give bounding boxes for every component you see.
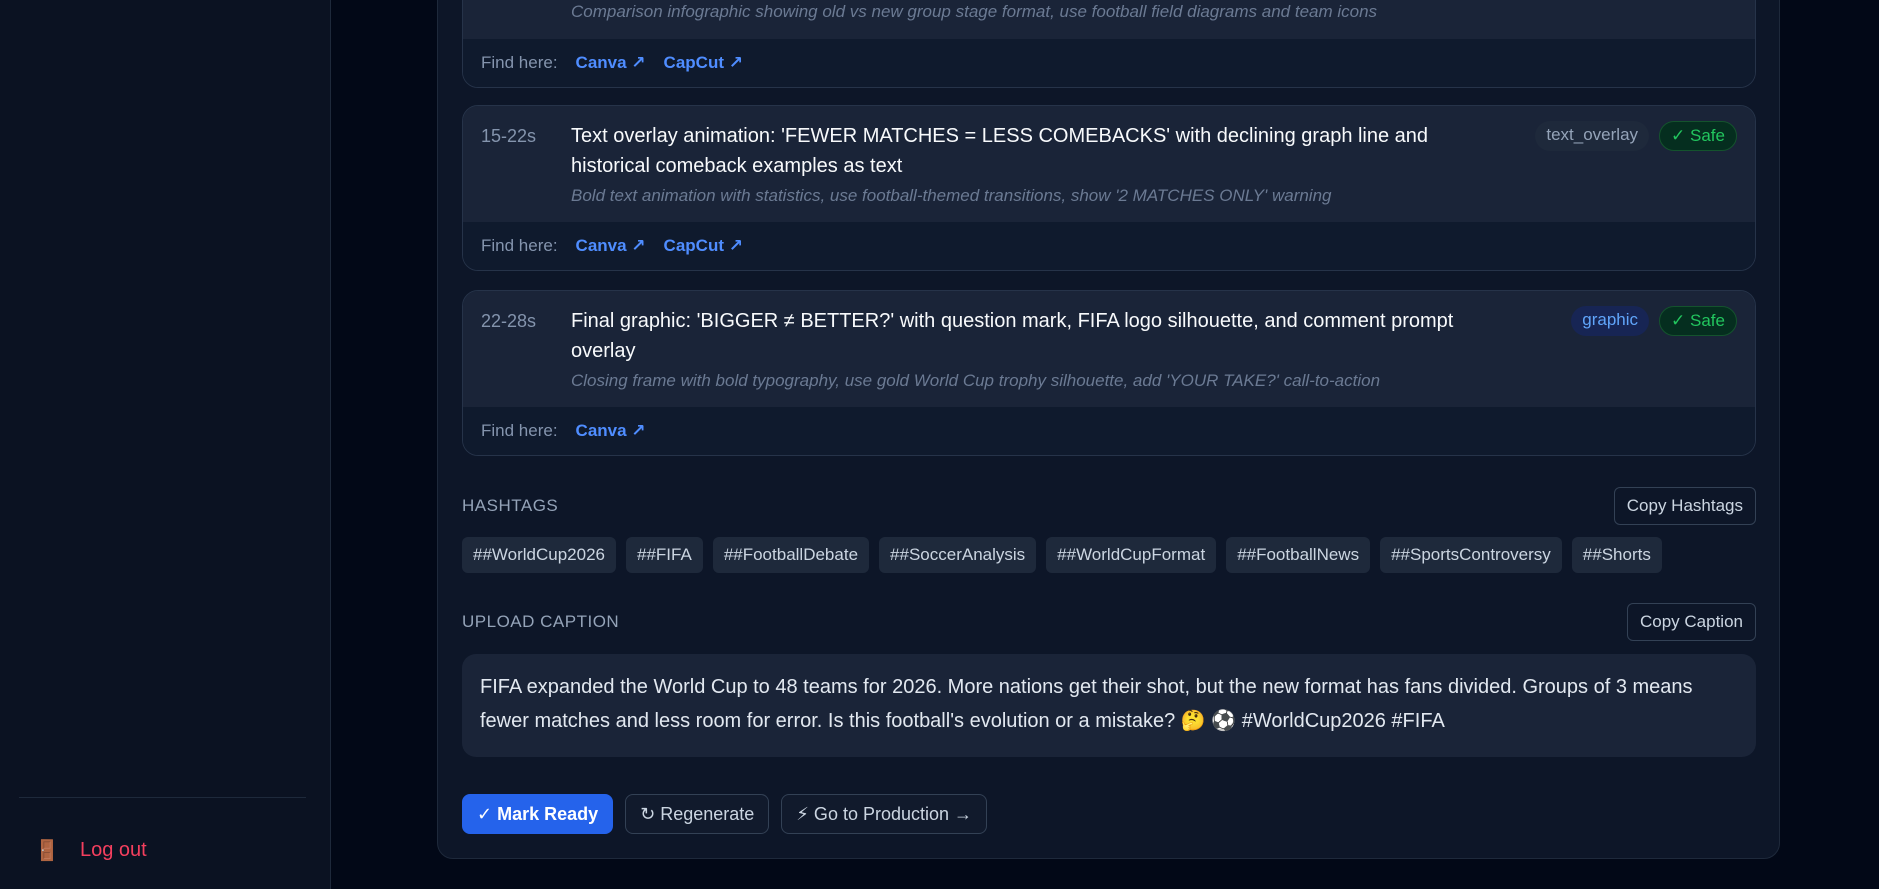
shot-time: 15-22s [481, 126, 537, 146]
find-here-row: Find here: Canva ↗ CapCut ↗ [463, 39, 1755, 87]
shot-card: 22-28s Final graphic: 'BIGGER ≠ BETTER?'… [462, 290, 1756, 456]
hashtag-chip: ##Shorts [1571, 537, 1662, 573]
canva-link[interactable]: Canva ↗ [576, 53, 646, 73]
find-label: Find here: [481, 236, 558, 255]
go-to-production-button[interactable]: ⚡ Go to Production → [781, 794, 988, 834]
safe-badge: ✓ Safe [1659, 306, 1737, 336]
upload-caption-label: UPLOAD CAPTION [462, 612, 620, 631]
shot-description: Final graphic: 'BIGGER ≠ BETTER?' with q… [571, 310, 1454, 362]
shot-main: 22-28s Final graphic: 'BIGGER ≠ BETTER?'… [463, 291, 1755, 407]
caption-text: FIFA expanded the World Cup to 48 teams … [462, 654, 1756, 757]
capcut-link[interactable]: CapCut ↗ [664, 53, 743, 73]
hashtag-chip: ##WorldCup2026 [462, 537, 616, 573]
copy-caption-button[interactable]: Copy Caption [1626, 603, 1756, 641]
hashtag-chip: ##FootballDebate [712, 537, 870, 573]
shot-body: Comparison infographic showing old vs ne… [571, 0, 1737, 23]
logout-label: Log out [80, 839, 147, 861]
shot-main: Comparison infographic showing old vs ne… [463, 0, 1755, 39]
shot-body: Final graphic: 'BIGGER ≠ BETTER?' with q… [571, 306, 1737, 391]
safe-badge: ✓ Safe [1659, 121, 1737, 151]
door-icon: 🚪 [34, 840, 60, 862]
capcut-link[interactable]: CapCut ↗ [664, 236, 743, 256]
shot-badges: graphic ✓ Safe [1571, 306, 1737, 336]
copy-hashtags-button[interactable]: Copy Hashtags [1613, 487, 1756, 525]
hashtag-chip: ##WorldCupFormat [1046, 537, 1217, 573]
hashtag-chip: ##FootballNews [1226, 537, 1371, 573]
shot-card: 15-22s Text overlay animation: 'FEWER MA… [462, 105, 1756, 271]
hashtag-chip: ##FIFA [626, 537, 703, 573]
hashtag-list: ##WorldCup2026 ##FIFA ##FootballDebate #… [462, 537, 1662, 573]
find-label: Find here: [481, 421, 558, 440]
canva-link[interactable]: Canva ↗ [576, 236, 646, 256]
sidebar: 🚪 Log out [0, 0, 331, 889]
find-here-row: Find here: Canva ↗ [463, 407, 1755, 455]
shot-note: Closing frame with bold typography, use … [571, 371, 1381, 390]
find-label: Find here: [481, 53, 558, 72]
logout-button[interactable]: 🚪 Log out [34, 838, 147, 863]
shot-time [481, 0, 571, 23]
shot-type-badge: text_overlay [1535, 121, 1650, 151]
shot-time: 22-28s [481, 311, 537, 331]
shot-card: Comparison infographic showing old vs ne… [462, 0, 1756, 88]
hashtags-label: HASHTAGS [462, 496, 559, 515]
shot-badges: text_overlay ✓ Safe [1535, 121, 1737, 151]
shot-description: Text overlay animation: 'FEWER MATCHES =… [571, 125, 1429, 177]
action-bar: ✓ Mark Ready ↻ Regenerate ⚡ Go to Produc… [462, 794, 988, 834]
shot-note: Comparison infographic showing old vs ne… [571, 2, 1378, 21]
regenerate-button[interactable]: ↻ Regenerate [625, 794, 770, 834]
canva-link[interactable]: Canva ↗ [576, 421, 646, 441]
hashtag-chip: ##SportsControversy [1380, 537, 1562, 573]
shot-main: 15-22s Text overlay animation: 'FEWER MA… [463, 106, 1755, 222]
mark-ready-button[interactable]: ✓ Mark Ready [462, 794, 614, 834]
shot-type-badge: graphic [1571, 306, 1650, 336]
sidebar-divider [19, 797, 306, 798]
hashtag-chip: ##SoccerAnalysis [879, 537, 1037, 573]
shot-note: Bold text animation with statistics, use… [571, 186, 1332, 205]
find-here-row: Find here: Canva ↗ CapCut ↗ [463, 222, 1755, 270]
